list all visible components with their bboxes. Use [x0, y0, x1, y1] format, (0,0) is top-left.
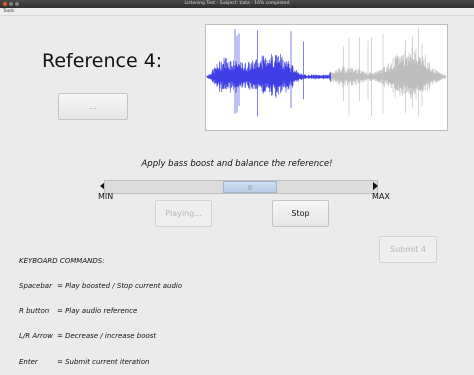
keyboard-key: Enter: [19, 357, 38, 366]
keyboard-desc: = Decrease / increase boost: [57, 332, 157, 341]
waveform-display[interactable]: [205, 24, 448, 131]
reference-label: Reference 4:: [42, 50, 163, 72]
menubar: Tools: [0, 8, 474, 16]
stop-button[interactable]: Stop: [272, 200, 329, 227]
submit-button-label: Submit 4: [389, 245, 426, 254]
keyboard-commands: KEYBOARD COMMANDS: Spacebar = Play booste…: [19, 240, 182, 375]
keyboard-desc: = Play audio reference: [57, 307, 138, 316]
submit-button[interactable]: Submit 4: [379, 236, 437, 263]
keyboard-key: L/R Arrow: [19, 332, 53, 341]
close-window-icon[interactable]: [3, 2, 7, 6]
slider-min-label: MIN: [98, 192, 114, 201]
instruction-text: Apply bass boost and balance the referen…: [141, 159, 333, 169]
slider-handle[interactable]: [223, 181, 277, 193]
keyboard-command-row: Enter = Submit current iteration: [19, 358, 182, 366]
keyboard-command-row: Spacebar = Play boosted / Stop current au…: [19, 282, 182, 290]
window-title: Listening Test - Subject: tiata - 16% co…: [184, 1, 290, 6]
keyboard-heading: KEYBOARD COMMANDS:: [19, 256, 105, 265]
play-reference-button[interactable]: ...: [58, 93, 128, 120]
waveform-played-trace: [206, 28, 331, 117]
maximize-window-icon[interactable]: [15, 2, 19, 6]
menu-item-tools[interactable]: Tools: [3, 9, 14, 14]
slider-max-label: MAX: [372, 192, 390, 201]
stop-button-label: Stop: [291, 209, 310, 218]
keyboard-key: Spacebar: [19, 282, 52, 291]
keyboard-command-row: L/R Arrow = Decrease / increase boost: [19, 332, 182, 340]
slider-grip-icon: [248, 185, 252, 190]
keyboard-desc: = Play boosted / Stop current audio: [57, 282, 183, 291]
boost-slider[interactable]: [104, 180, 378, 194]
keyboard-key: R button: [19, 307, 50, 316]
keyboard-desc: = Submit current iteration: [57, 357, 150, 366]
keyboard-command-row: R button = Play audio reference: [19, 307, 182, 315]
playing-button-label: Playing...: [165, 209, 202, 218]
waveform-unplayed-trace: [330, 27, 446, 117]
play-reference-button-label: ...: [89, 102, 97, 111]
window-controls[interactable]: [3, 2, 19, 6]
window-titlebar: Listening Test - Subject: tiata - 16% co…: [0, 0, 474, 8]
slider-right-arrow-icon: [373, 182, 378, 190]
minimize-window-icon[interactable]: [9, 2, 13, 6]
waveform-plot: [206, 27, 446, 117]
playing-button[interactable]: Playing...: [155, 200, 212, 227]
